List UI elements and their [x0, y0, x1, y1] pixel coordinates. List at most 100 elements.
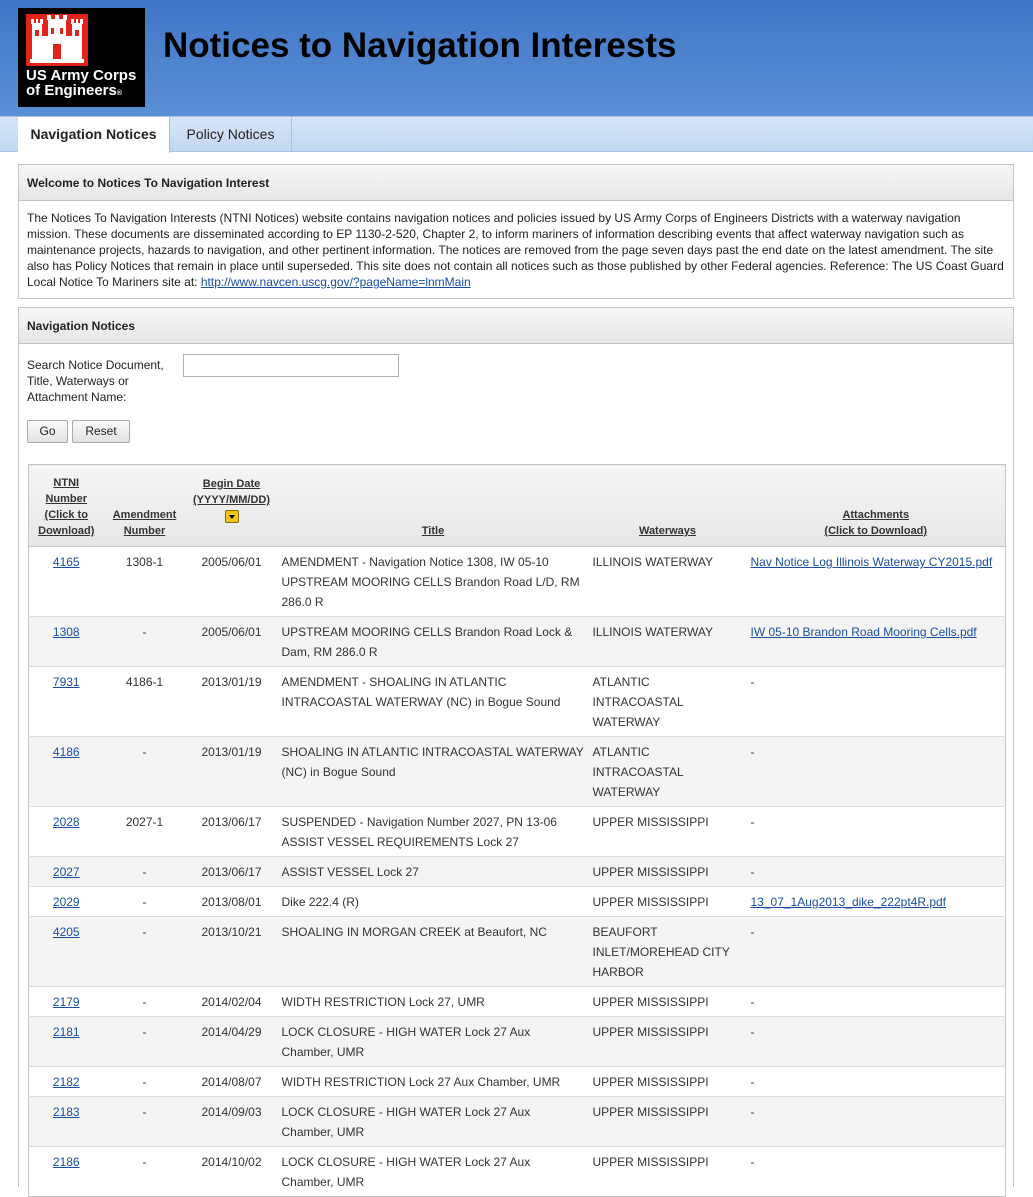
cell-title: AMENDMENT - SHOALING IN ATLANTIC INTRACO… — [277, 666, 589, 737]
search-input[interactable] — [183, 354, 399, 377]
cell-attachment: - — [746, 986, 1006, 1017]
cell-title: LOCK CLOSURE - HIGH WATER Lock 27 Aux Ch… — [277, 1146, 589, 1197]
col-ntni-line4: Download) — [38, 525, 95, 537]
welcome-text: The Notices To Navigation Interests (NTN… — [19, 201, 1013, 298]
cell-begin-date: 2013/01/19 — [185, 736, 278, 807]
cell-waterways: UPPER MISSISSIPPI — [588, 1146, 747, 1197]
table-row: 2027-2013/06/17 ASSIST VESSEL Lock 27 UPPE… — [28, 856, 1006, 887]
table-row: 4165 1308-1 2005/06/01 AMENDMENT - Navigati… — [28, 546, 1006, 617]
cell-ntni-number: 2029 — [28, 886, 104, 917]
castle-logo-icon — [26, 14, 88, 66]
cell-attachment: - — [746, 856, 1006, 887]
attachment-download-link[interactable]: Nav Notice Log Illinois Waterway CY2015.… — [751, 555, 993, 569]
cell-attachment: - — [746, 1096, 1006, 1147]
cell-waterways: UPPER MISSISSIPPI — [588, 806, 747, 857]
ntni-download-link[interactable]: 2029 — [53, 895, 80, 909]
ntni-download-link[interactable]: 7931 — [53, 675, 80, 689]
cell-waterways: BEAUFORT INLET/MOREHEAD CITY HARBOR — [588, 916, 747, 987]
cell-begin-date: 2005/06/01 — [185, 616, 278, 667]
cell-begin-date: 2013/10/21 — [185, 916, 278, 987]
cell-title: Dike 222.4 (R) — [277, 886, 589, 917]
table-row: 2181-2014/04/29 LOCK CLOSURE - HIGH WATER… — [28, 1016, 1006, 1067]
cell-begin-date: 2013/08/01 — [185, 886, 278, 917]
ntni-download-link[interactable]: 4205 — [53, 925, 80, 939]
cell-amendment-number: - — [103, 1146, 186, 1197]
navigation-notices-panel: Navigation Notices Search Notice Documen… — [18, 307, 1014, 1197]
ntni-download-link[interactable]: 2182 — [53, 1075, 80, 1089]
cell-waterways: UPPER MISSISSIPPI — [588, 986, 747, 1017]
ntni-download-link[interactable]: 2183 — [53, 1105, 80, 1119]
ntni-download-link[interactable]: 2028 — [53, 815, 80, 829]
ntni-download-link[interactable]: 4165 — [53, 555, 80, 569]
welcome-body-text: The Notices To Navigation Interests (NTN… — [27, 211, 1004, 289]
cell-amendment-number: 4186-1 — [103, 666, 186, 737]
cell-begin-date: 2014/04/29 — [185, 1016, 278, 1067]
welcome-panel: Welcome to Notices To Navigation Interes… — [18, 164, 1014, 299]
cell-waterways: UPPER MISSISSIPPI — [588, 886, 747, 917]
attachment-download-link[interactable]: 13_07_1Aug2013_dike_222pt4R.pdf — [751, 895, 947, 909]
ntni-download-link[interactable]: 2181 — [53, 1025, 80, 1039]
search-label: Search Notice Document, Title, Waterways… — [27, 358, 164, 404]
cell-waterways: ILLINOIS WATERWAY — [588, 546, 747, 617]
cell-ntni-number: 2028 — [28, 806, 104, 857]
cell-title: AMENDMENT - Navigation Notice 1308, IW 0… — [277, 546, 589, 617]
notices-heading: Navigation Notices — [19, 308, 1013, 344]
col-attachments-line1: Attachments — [842, 509, 910, 521]
cell-ntni-number: 2182 — [28, 1066, 104, 1097]
notices-table-body: 4165 1308-1 2005/06/01 AMENDMENT - Navigati… — [28, 546, 1006, 1197]
col-begin-date[interactable]: Begin Date (YYYY/MM/DD) — [185, 464, 278, 547]
col-ntni-line3: (Click to — [44, 509, 88, 521]
col-attachments[interactable]: Attachments (Click to Download) — [746, 464, 1006, 547]
col-begin-line1: Begin Date — [202, 478, 261, 490]
tab-policy-notices[interactable]: Policy Notices — [170, 117, 292, 152]
cell-attachment: - — [746, 806, 1006, 857]
cell-waterways: UPPER MISSISSIPPI — [588, 1096, 747, 1147]
page-title: Notices to Navigation Interests — [163, 26, 677, 65]
cell-begin-date: 2013/06/17 — [185, 856, 278, 887]
table-row: 4205-2013/10/21 SHOALING IN MORGAN CREEK … — [28, 916, 1006, 987]
col-ntni-number[interactable]: NTNI Number (Click to Download) — [28, 464, 104, 547]
cell-ntni-number: 2181 — [28, 1016, 104, 1067]
sort-icon-shape — [224, 509, 239, 523]
col-attachments-line2: (Click to Download) — [824, 525, 928, 537]
col-ntni-line1: NTNI — [53, 477, 80, 489]
cell-title: SUSPENDED - Navigation Number 2027, PN 1… — [277, 806, 589, 857]
table-row: 1308 -2005/06/01 UPSTREAM MOORING CELLS Br… — [28, 616, 1006, 667]
cell-title: WIDTH RESTRICTION Lock 27, UMR — [277, 986, 589, 1017]
go-button[interactable]: Go — [27, 420, 68, 443]
cell-amendment-number: - — [103, 1016, 186, 1067]
col-waterways[interactable]: Waterways — [588, 464, 747, 547]
tab-navigation-notices[interactable]: Navigation Notices — [18, 117, 170, 153]
ntni-download-link[interactable]: 2186 — [53, 1155, 80, 1169]
table-header-row: NTNI Number (Click to Download) Amendmen… — [28, 464, 1006, 547]
ntni-download-link[interactable]: 2179 — [53, 995, 80, 1009]
cell-waterways: ATLANTIC INTRACOASTAL WATERWAY — [588, 736, 747, 807]
cell-amendment-number: 1308-1 — [103, 546, 186, 617]
cell-begin-date: 2014/09/03 — [185, 1096, 278, 1147]
cell-waterways: UPPER MISSISSIPPI — [588, 856, 747, 887]
cell-ntni-number: 4186 — [28, 736, 104, 807]
cell-begin-date: 2013/06/17 — [185, 806, 278, 857]
logo-line-2-text: of Engineers — [26, 82, 117, 99]
sort-descending-icon[interactable] — [188, 508, 276, 524]
cell-ntni-number: 2186 — [28, 1146, 104, 1197]
ntni-download-link[interactable]: 2027 — [53, 865, 80, 879]
table-row: 2028 2027-1 2013/06/17 SUSPENDED - Navigati… — [28, 806, 1006, 857]
cell-attachment: - — [746, 1066, 1006, 1097]
cell-amendment-number: - — [103, 916, 186, 987]
col-begin-line2: (YYYY/MM/DD) — [193, 494, 270, 506]
reset-button[interactable]: Reset — [72, 420, 130, 443]
table-row: 2183 - 2014/09/03 LOCK CLOSURE - HIGH WATER… — [28, 1096, 1006, 1147]
cell-title: LOCK CLOSURE - HIGH WATER Lock 27 Aux Ch… — [277, 1096, 589, 1147]
ntni-download-link[interactable]: 4186 — [53, 745, 80, 759]
cell-ntni-number: 4205 — [28, 916, 104, 987]
attachment-download-link[interactable]: IW 05-10 Brandon Road Mooring Cells.pdf — [751, 625, 977, 639]
usace-logo[interactable]: US Army Corps of Engineers® — [18, 8, 145, 107]
cell-begin-date: 2014/10/02 — [185, 1146, 278, 1197]
ntni-download-link[interactable]: 1308 — [53, 625, 80, 639]
coast-guard-link[interactable]: http://www.navcen.uscg.gov/?pageName=lnm… — [201, 275, 471, 289]
col-amendment-number[interactable]: Amendment Number — [103, 464, 186, 547]
table-row: 4186-2013/01/19 SHOALING IN ATLANTIC INTR… — [28, 736, 1006, 807]
col-title[interactable]: Title — [277, 464, 589, 547]
cell-amendment-number: - — [103, 616, 186, 667]
